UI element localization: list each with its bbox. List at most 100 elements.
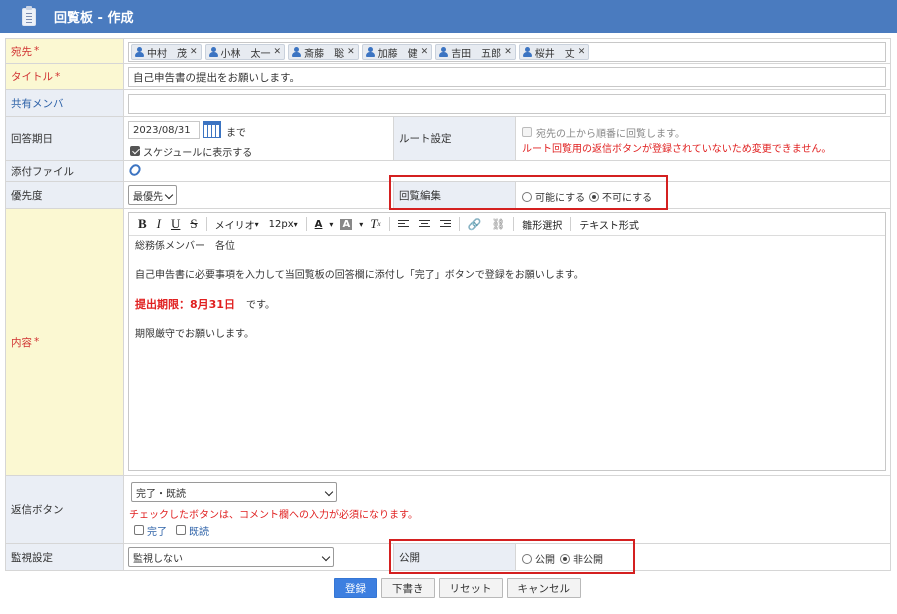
content-line: 期限厳守でお願いします。 bbox=[135, 329, 254, 340]
recipient-token[interactable]: 吉田 五郎 ✕ bbox=[435, 44, 516, 60]
calendar-icon[interactable] bbox=[203, 121, 221, 138]
remove-icon[interactable]: ✕ bbox=[274, 47, 282, 57]
label-recipients: 宛先 * bbox=[6, 39, 124, 63]
background-color-dropdown-icon[interactable]: ▾ bbox=[357, 215, 365, 233]
recipient-token[interactable]: 桜井 丈 ✕ bbox=[518, 44, 590, 60]
reply-done-label: 完了 bbox=[147, 527, 167, 538]
highlight-reply-edit bbox=[389, 175, 668, 210]
link-icon[interactable]: 🔗 bbox=[463, 215, 487, 233]
toolbar-divider bbox=[570, 217, 572, 231]
bold-button[interactable]: B bbox=[133, 215, 152, 233]
toolbar-divider bbox=[388, 217, 390, 231]
paperclip-icon[interactable] bbox=[127, 162, 143, 178]
row-due-date: 回答期日 2023/08/31 まで スケジュールに表示する ルート設定 宛先の… bbox=[5, 117, 891, 161]
font-family-dropdown[interactable]: メイリオ bbox=[210, 215, 264, 233]
route-warning: ルート回覧用の返信ボタンが登録されていないため変更できません。 bbox=[522, 144, 832, 155]
label-priority: 優先度 bbox=[6, 182, 124, 208]
italic-button[interactable]: I bbox=[152, 215, 166, 233]
remove-icon[interactable]: ✕ bbox=[190, 47, 198, 57]
due-date-input[interactable]: 2023/08/31 bbox=[128, 121, 200, 139]
align-right-icon[interactable] bbox=[435, 215, 456, 233]
label-reply-buttons: 返信ボタン bbox=[6, 476, 124, 543]
monitor-select[interactable]: 監視しない bbox=[128, 547, 334, 567]
row-recipients: 宛先 * 中村 茂 ✕ 小林 太一 ✕ 斎藤 聡 ✕ 加藤 健 ✕ 吉田 五郎 ✕ 桜井 丈 ✕ bbox=[5, 38, 891, 64]
recipient-name: 小林 太一 bbox=[220, 48, 271, 60]
remove-icon[interactable]: ✕ bbox=[578, 47, 586, 57]
toolbar-divider bbox=[513, 217, 515, 231]
shared-members-input[interactable] bbox=[128, 94, 886, 114]
recipient-token[interactable]: 斎藤 聡 ✕ bbox=[288, 44, 359, 60]
remove-icon[interactable]: ✕ bbox=[421, 47, 429, 57]
action-buttons: 登録 下書き リセット キャンセル bbox=[334, 578, 581, 598]
cancel-button[interactable]: キャンセル bbox=[506, 578, 581, 598]
show-schedule-checkbox[interactable] bbox=[130, 144, 140, 157]
title-bar: 回覧板 - 作成 bbox=[0, 0, 897, 33]
editor-content[interactable]: 総務係メンバー 各位 自己申告書に必要事項を入力して当回覧板の回答欄に添付し「完… bbox=[129, 236, 885, 361]
reply-done-checkbox[interactable] bbox=[134, 523, 144, 536]
reply-read-label: 既読 bbox=[189, 527, 209, 538]
background-color-icon[interactable]: A bbox=[335, 215, 357, 233]
title-input[interactable]: 自己申告書の提出をお願いします。 bbox=[128, 67, 886, 87]
highlight-publish bbox=[389, 539, 635, 574]
label-route: ルート設定 bbox=[394, 117, 516, 160]
due-date-suffix: まで bbox=[226, 128, 246, 139]
clipboard-icon bbox=[22, 5, 36, 26]
recipient-name: 吉田 五郎 bbox=[451, 48, 502, 60]
priority-select[interactable]: 最優先 bbox=[128, 185, 177, 205]
toolbar-divider bbox=[458, 217, 460, 231]
toolbar-divider bbox=[205, 217, 207, 231]
editor-toolbar: B I U S メイリオ 12px A ▾ A ▾ Tx bbox=[129, 213, 885, 236]
page-title: 回覧板 - 作成 bbox=[54, 11, 134, 26]
label-attachment: 添付ファイル bbox=[6, 161, 124, 181]
label-due-date: 回答期日 bbox=[6, 117, 124, 160]
remove-icon[interactable]: ✕ bbox=[347, 47, 355, 57]
recipient-name: 中村 茂 bbox=[147, 48, 187, 60]
clear-format-icon[interactable]: Tx bbox=[365, 215, 385, 233]
user-icon bbox=[135, 47, 144, 57]
align-left-icon[interactable] bbox=[393, 215, 414, 233]
recipient-name: 桜井 丈 bbox=[534, 48, 575, 60]
content-line: 自己申告書に必要事項を入力して当回覧板の回答欄に添付し「完了」ボタンで登録をお願… bbox=[135, 270, 584, 281]
register-button[interactable]: 登録 bbox=[334, 578, 377, 598]
content-line: 総務係メンバー 各位 bbox=[135, 241, 235, 252]
user-icon bbox=[439, 47, 449, 57]
user-icon bbox=[292, 47, 302, 57]
text-format-button[interactable]: テキスト形式 bbox=[574, 215, 644, 233]
underline-button[interactable]: U bbox=[166, 215, 185, 233]
recipient-token[interactable]: 加藤 健 ✕ bbox=[361, 44, 433, 60]
label-content: 内容 * bbox=[6, 209, 124, 475]
deadline-line: 提出期限：8月31日 です。 bbox=[135, 298, 879, 313]
font-size-dropdown[interactable]: 12px bbox=[264, 215, 303, 233]
reset-button[interactable]: リセット bbox=[438, 578, 503, 598]
label-title: タイトル * bbox=[6, 64, 124, 89]
show-schedule-label: スケジュールに表示する bbox=[143, 148, 253, 159]
template-select-button[interactable]: 雛形選択 bbox=[517, 215, 567, 233]
rich-text-editor[interactable]: B I U S メイリオ 12px A ▾ A ▾ Tx bbox=[128, 212, 886, 471]
recipient-token[interactable]: 中村 茂 ✕ bbox=[131, 44, 202, 60]
recipient-name: 加藤 健 bbox=[377, 48, 418, 60]
unlink-icon[interactable]: ⛓ bbox=[486, 215, 510, 233]
user-icon bbox=[208, 47, 218, 57]
route-sequential-label: 宛先の上から順番に回覧します。 bbox=[536, 129, 685, 140]
strikethrough-button[interactable]: S bbox=[185, 215, 202, 233]
align-center-icon[interactable] bbox=[414, 215, 435, 233]
toolbar-divider bbox=[305, 217, 307, 231]
remove-icon[interactable]: ✕ bbox=[504, 47, 512, 57]
text-color-icon[interactable]: A bbox=[310, 215, 328, 233]
draft-button[interactable]: 下書き bbox=[381, 578, 435, 598]
recipient-name: 斎藤 聡 bbox=[304, 48, 345, 60]
route-sequential-checkbox[interactable] bbox=[522, 125, 532, 138]
reply-buttons-select[interactable]: 完了・既読 bbox=[131, 482, 337, 502]
reply-buttons-note: チェックしたボタンは、コメント欄への入力が必須になります。 bbox=[129, 510, 418, 521]
label-shared-members: 共有メンバ bbox=[6, 90, 124, 116]
recipients-field[interactable]: 中村 茂 ✕ 小林 太一 ✕ 斎藤 聡 ✕ 加藤 健 ✕ 吉田 五郎 ✕ 桜井 丈 ✕ bbox=[128, 42, 886, 62]
user-icon bbox=[365, 47, 375, 57]
row-title: タイトル * 自己申告書の提出をお願いします。 bbox=[5, 64, 891, 90]
reply-read-checkbox[interactable] bbox=[176, 523, 186, 536]
label-monitor: 監視設定 bbox=[6, 544, 124, 570]
row-content: 内容* B I U S メイリオ 12px A ▾ A ▾ Tx bbox=[5, 209, 891, 476]
deadline-label: 提出期限：8月31日 bbox=[135, 298, 235, 311]
deadline-suffix: です。 bbox=[245, 300, 275, 311]
text-color-dropdown-icon[interactable]: ▾ bbox=[327, 215, 335, 233]
recipient-token[interactable]: 小林 太一 ✕ bbox=[204, 44, 286, 60]
